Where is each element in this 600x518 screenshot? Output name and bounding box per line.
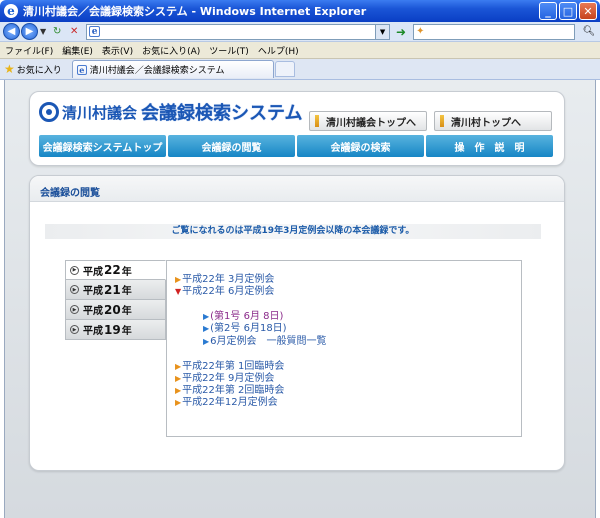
orange-arrow-icon: ▶: [175, 386, 182, 395]
star-icon: ★: [4, 62, 15, 76]
tab-bar: ★ お気に入り e 清川村議会／会議録検索システム: [0, 59, 600, 80]
back-button[interactable]: ◀: [3, 23, 20, 40]
orange-arrow-icon: ▶: [175, 275, 182, 284]
search-magnifier-icon[interactable]: 🔍︎: [578, 24, 600, 40]
council-top-label: 清川村議会トップへ: [326, 117, 416, 129]
site-header: 清川村議会 会議録検索システム 清川村議会トップへ 清川村トップへ 会議録検索シ…: [29, 91, 565, 166]
close-button[interactable]: ✕: [579, 2, 597, 20]
menu-favorites[interactable]: お気に入り(A): [142, 44, 200, 57]
new-tab-button[interactable]: [274, 61, 295, 77]
village-top-button[interactable]: 清川村トップへ: [434, 111, 552, 131]
tab-current[interactable]: e 清川村議会／会議録検索システム: [71, 60, 274, 78]
circle-arrow-icon: ▶: [70, 265, 79, 275]
bar-icon: [315, 115, 319, 127]
address-input[interactable]: e: [86, 23, 377, 40]
red-down-arrow-icon: ▼: [175, 287, 182, 296]
ie-logo-icon: e: [4, 4, 18, 18]
meeting-link[interactable]: ▶ 平成22年第 1回臨時会: [175, 361, 284, 373]
council-top-button[interactable]: 清川村議会トップへ: [309, 111, 427, 131]
meeting-link[interactable]: ▶ 平成22年 3月定例会: [175, 274, 274, 286]
circle-arrow-icon: ▶: [70, 285, 79, 294]
circle-arrow-icon: ▶: [70, 305, 79, 314]
bar-icon: [440, 115, 444, 127]
menu-help[interactable]: ヘルプ(H): [258, 44, 299, 57]
blue-arrow-icon: ▶: [203, 324, 210, 333]
menu-file[interactable]: ファイル(F): [5, 44, 53, 57]
nav-help[interactable]: 操 作 説 明: [426, 135, 553, 157]
meeting-link[interactable]: ▶ 平成22年 9月定例会: [175, 373, 274, 385]
orange-arrow-icon: ▶: [175, 362, 182, 371]
favorites-label: お気に入り: [16, 65, 62, 76]
logo-main: 会議録検索システム: [141, 103, 303, 124]
site-logo[interactable]: 清川村議会 会議録検索システム: [39, 99, 302, 125]
stop-icon[interactable]: ✕: [67, 25, 81, 39]
notice-banner: ご覧になれるのは平成19年3月定例会以降の本会議録です。: [45, 224, 541, 239]
favorites-button[interactable]: ★ お気に入り: [4, 62, 62, 76]
orange-arrow-icon: ▶: [175, 374, 182, 383]
tab-label: 清川村議会／会議録検索システム: [89, 66, 225, 76]
search-input[interactable]: ✦: [413, 23, 576, 40]
logo-prefix: 清川村議会: [62, 103, 138, 122]
village-emblem-icon: [39, 102, 59, 122]
window-title: 清川村議会／会議録検索システム - Windows Internet Explo…: [23, 5, 367, 18]
meeting-list-panel: ▶ 平成22年 3月定例会 ▼ 平成22年 6月定例会 ▶ (第1号 6月 8日…: [166, 260, 522, 437]
history-dropdown-icon[interactable]: ▼: [40, 27, 46, 36]
nav-search[interactable]: 会議録の検索: [297, 135, 424, 157]
year-tab-h20[interactable]: ▶ 平成 20 年: [65, 300, 166, 320]
section-title: 会議録の閲覧: [30, 176, 564, 202]
year-tab-h21[interactable]: ▶ 平成 21 年: [65, 280, 166, 300]
meeting-link[interactable]: ▶ 平成22年12月定例会: [175, 397, 278, 409]
session-link-current[interactable]: ▶ (第1号 6月 8日): [203, 311, 283, 323]
session-link[interactable]: ▶ (第2号 6月18日): [203, 323, 287, 335]
window-titlebar: e 清川村議会／会議録検索システム - Windows Internet Exp…: [0, 0, 600, 22]
main-nav: 会議録検索システムトップ 会議録の閲覧 会議録の検索 操 作 説 明: [39, 135, 553, 157]
live-search-icon: ✦: [416, 26, 425, 37]
forward-button[interactable]: ▶: [21, 23, 38, 40]
address-dropdown-icon[interactable]: ▼: [376, 23, 391, 40]
menu-bar: ファイル(F) 編集(E) 表示(V) お気に入り(A) ツール(T) ヘルプ(…: [0, 42, 600, 59]
page-icon: e: [89, 26, 101, 37]
village-top-label: 清川村トップへ: [451, 117, 521, 129]
nav-browse[interactable]: 会議録の閲覧: [168, 135, 295, 157]
page-viewport: 清川村議会 会議録検索システム 清川村議会トップへ 清川村トップへ 会議録検索シ…: [4, 80, 596, 518]
year-tabs: ▶ 平成 22 年 ▶ 平成 21 年 ▶ 平成 20 年 ▶ 平成 19 年: [65, 260, 166, 340]
minimize-button[interactable]: _: [539, 2, 557, 20]
tab-page-icon: e: [76, 64, 87, 75]
content-panel: 会議録の閲覧 ご覧になれるのは平成19年3月定例会以降の本会議録です。 ▶ 平成…: [29, 175, 565, 471]
year-tab-h19[interactable]: ▶ 平成 19 年: [65, 320, 166, 340]
maximize-button[interactable]: □: [559, 2, 577, 20]
window-controls: _ □ ✕: [539, 2, 597, 20]
question-list-link[interactable]: ▶ 6月定例会 一般質問一覧: [203, 336, 327, 348]
blue-arrow-icon: ▶: [203, 312, 210, 321]
menu-tools[interactable]: ツール(T): [209, 44, 249, 57]
menu-view[interactable]: 表示(V): [102, 44, 133, 57]
nav-system-top[interactable]: 会議録検索システムトップ: [39, 135, 166, 157]
refresh-icon[interactable]: ↻: [50, 25, 64, 39]
orange-arrow-icon: ▶: [175, 398, 182, 407]
page-wrapper: 清川村議会 会議録検索システム 清川村議会トップへ 清川村トップへ 会議録検索シ…: [29, 91, 565, 471]
year-tab-h22[interactable]: ▶ 平成 22 年: [65, 260, 166, 280]
meeting-link[interactable]: ▶ 平成22年第 2回臨時会: [175, 385, 284, 397]
go-arrow-icon[interactable]: ➜: [393, 24, 409, 40]
menu-edit[interactable]: 編集(E): [62, 44, 93, 57]
navigation-bar: ◀ ▶ ▼ ↻ ✕ e ▼ ➜ ✦ 🔍︎: [0, 22, 600, 42]
meeting-link-expanded[interactable]: ▼ 平成22年 6月定例会: [175, 286, 274, 298]
blue-arrow-icon: ▶: [203, 337, 210, 346]
circle-arrow-icon: ▶: [70, 325, 79, 334]
